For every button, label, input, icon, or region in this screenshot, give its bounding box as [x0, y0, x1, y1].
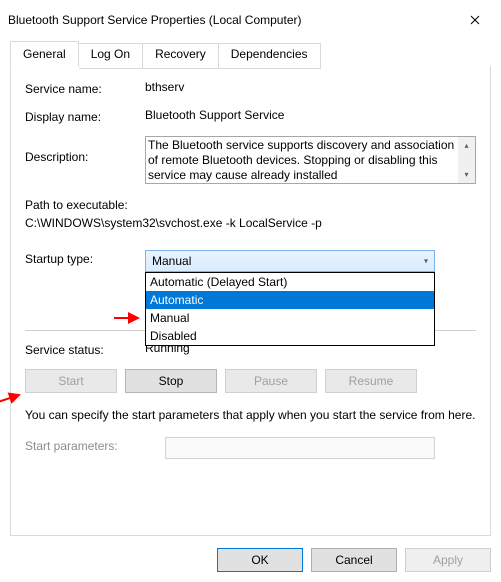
value-display-name: Bluetooth Support Service	[145, 108, 476, 122]
option-disabled[interactable]: Disabled	[146, 327, 434, 345]
description-scrollbar[interactable]: ▴ ▾	[458, 137, 475, 183]
apply-button: Apply	[405, 548, 491, 572]
tab-strip: General Log On Recovery Dependencies	[10, 41, 491, 67]
stop-button[interactable]: Stop	[125, 369, 217, 393]
description-box[interactable]: The Bluetooth service supports discovery…	[145, 136, 476, 184]
scroll-up-icon[interactable]: ▴	[458, 137, 475, 154]
hint-text: You can specify the start parameters tha…	[25, 407, 476, 423]
start-button: Start	[25, 369, 117, 393]
description-text: The Bluetooth service supports discovery…	[148, 138, 454, 182]
resume-button: Resume	[325, 369, 417, 393]
window-title: Bluetooth Support Service Properties (Lo…	[8, 13, 301, 27]
option-automatic[interactable]: Automatic	[146, 291, 434, 309]
value-service-name: bthserv	[145, 80, 476, 94]
pause-button: Pause	[225, 369, 317, 393]
tab-logon[interactable]: Log On	[79, 43, 143, 69]
startup-type-selected: Manual	[152, 254, 191, 268]
label-startup-type: Startup type:	[25, 250, 145, 266]
close-icon[interactable]	[459, 8, 491, 32]
label-start-parameters: Start parameters:	[25, 437, 165, 453]
cancel-button[interactable]: Cancel	[311, 548, 397, 572]
tab-general[interactable]: General	[10, 41, 79, 67]
scroll-down-icon[interactable]: ▾	[458, 166, 475, 183]
label-path: Path to executable:	[25, 196, 476, 214]
tab-dependencies[interactable]: Dependencies	[219, 43, 321, 69]
chevron-down-icon: ▾	[424, 257, 428, 266]
tab-recovery[interactable]: Recovery	[143, 43, 219, 69]
startup-type-select[interactable]: Manual ▾ Automatic (Delayed Start) Autom…	[145, 250, 435, 272]
option-manual[interactable]: Manual	[146, 309, 434, 327]
general-panel: Service name: bthserv Display name: Blue…	[10, 66, 491, 536]
option-automatic-delayed[interactable]: Automatic (Delayed Start)	[146, 273, 434, 291]
startup-type-dropdown: Automatic (Delayed Start) Automatic Manu…	[145, 272, 435, 346]
label-service-name: Service name:	[25, 80, 145, 96]
start-parameters-input	[165, 437, 435, 459]
value-path: C:\WINDOWS\system32\svchost.exe -k Local…	[25, 214, 476, 232]
label-description: Description:	[25, 136, 145, 164]
label-service-status: Service status:	[25, 341, 145, 357]
label-display-name: Display name:	[25, 108, 145, 124]
ok-button[interactable]: OK	[217, 548, 303, 572]
